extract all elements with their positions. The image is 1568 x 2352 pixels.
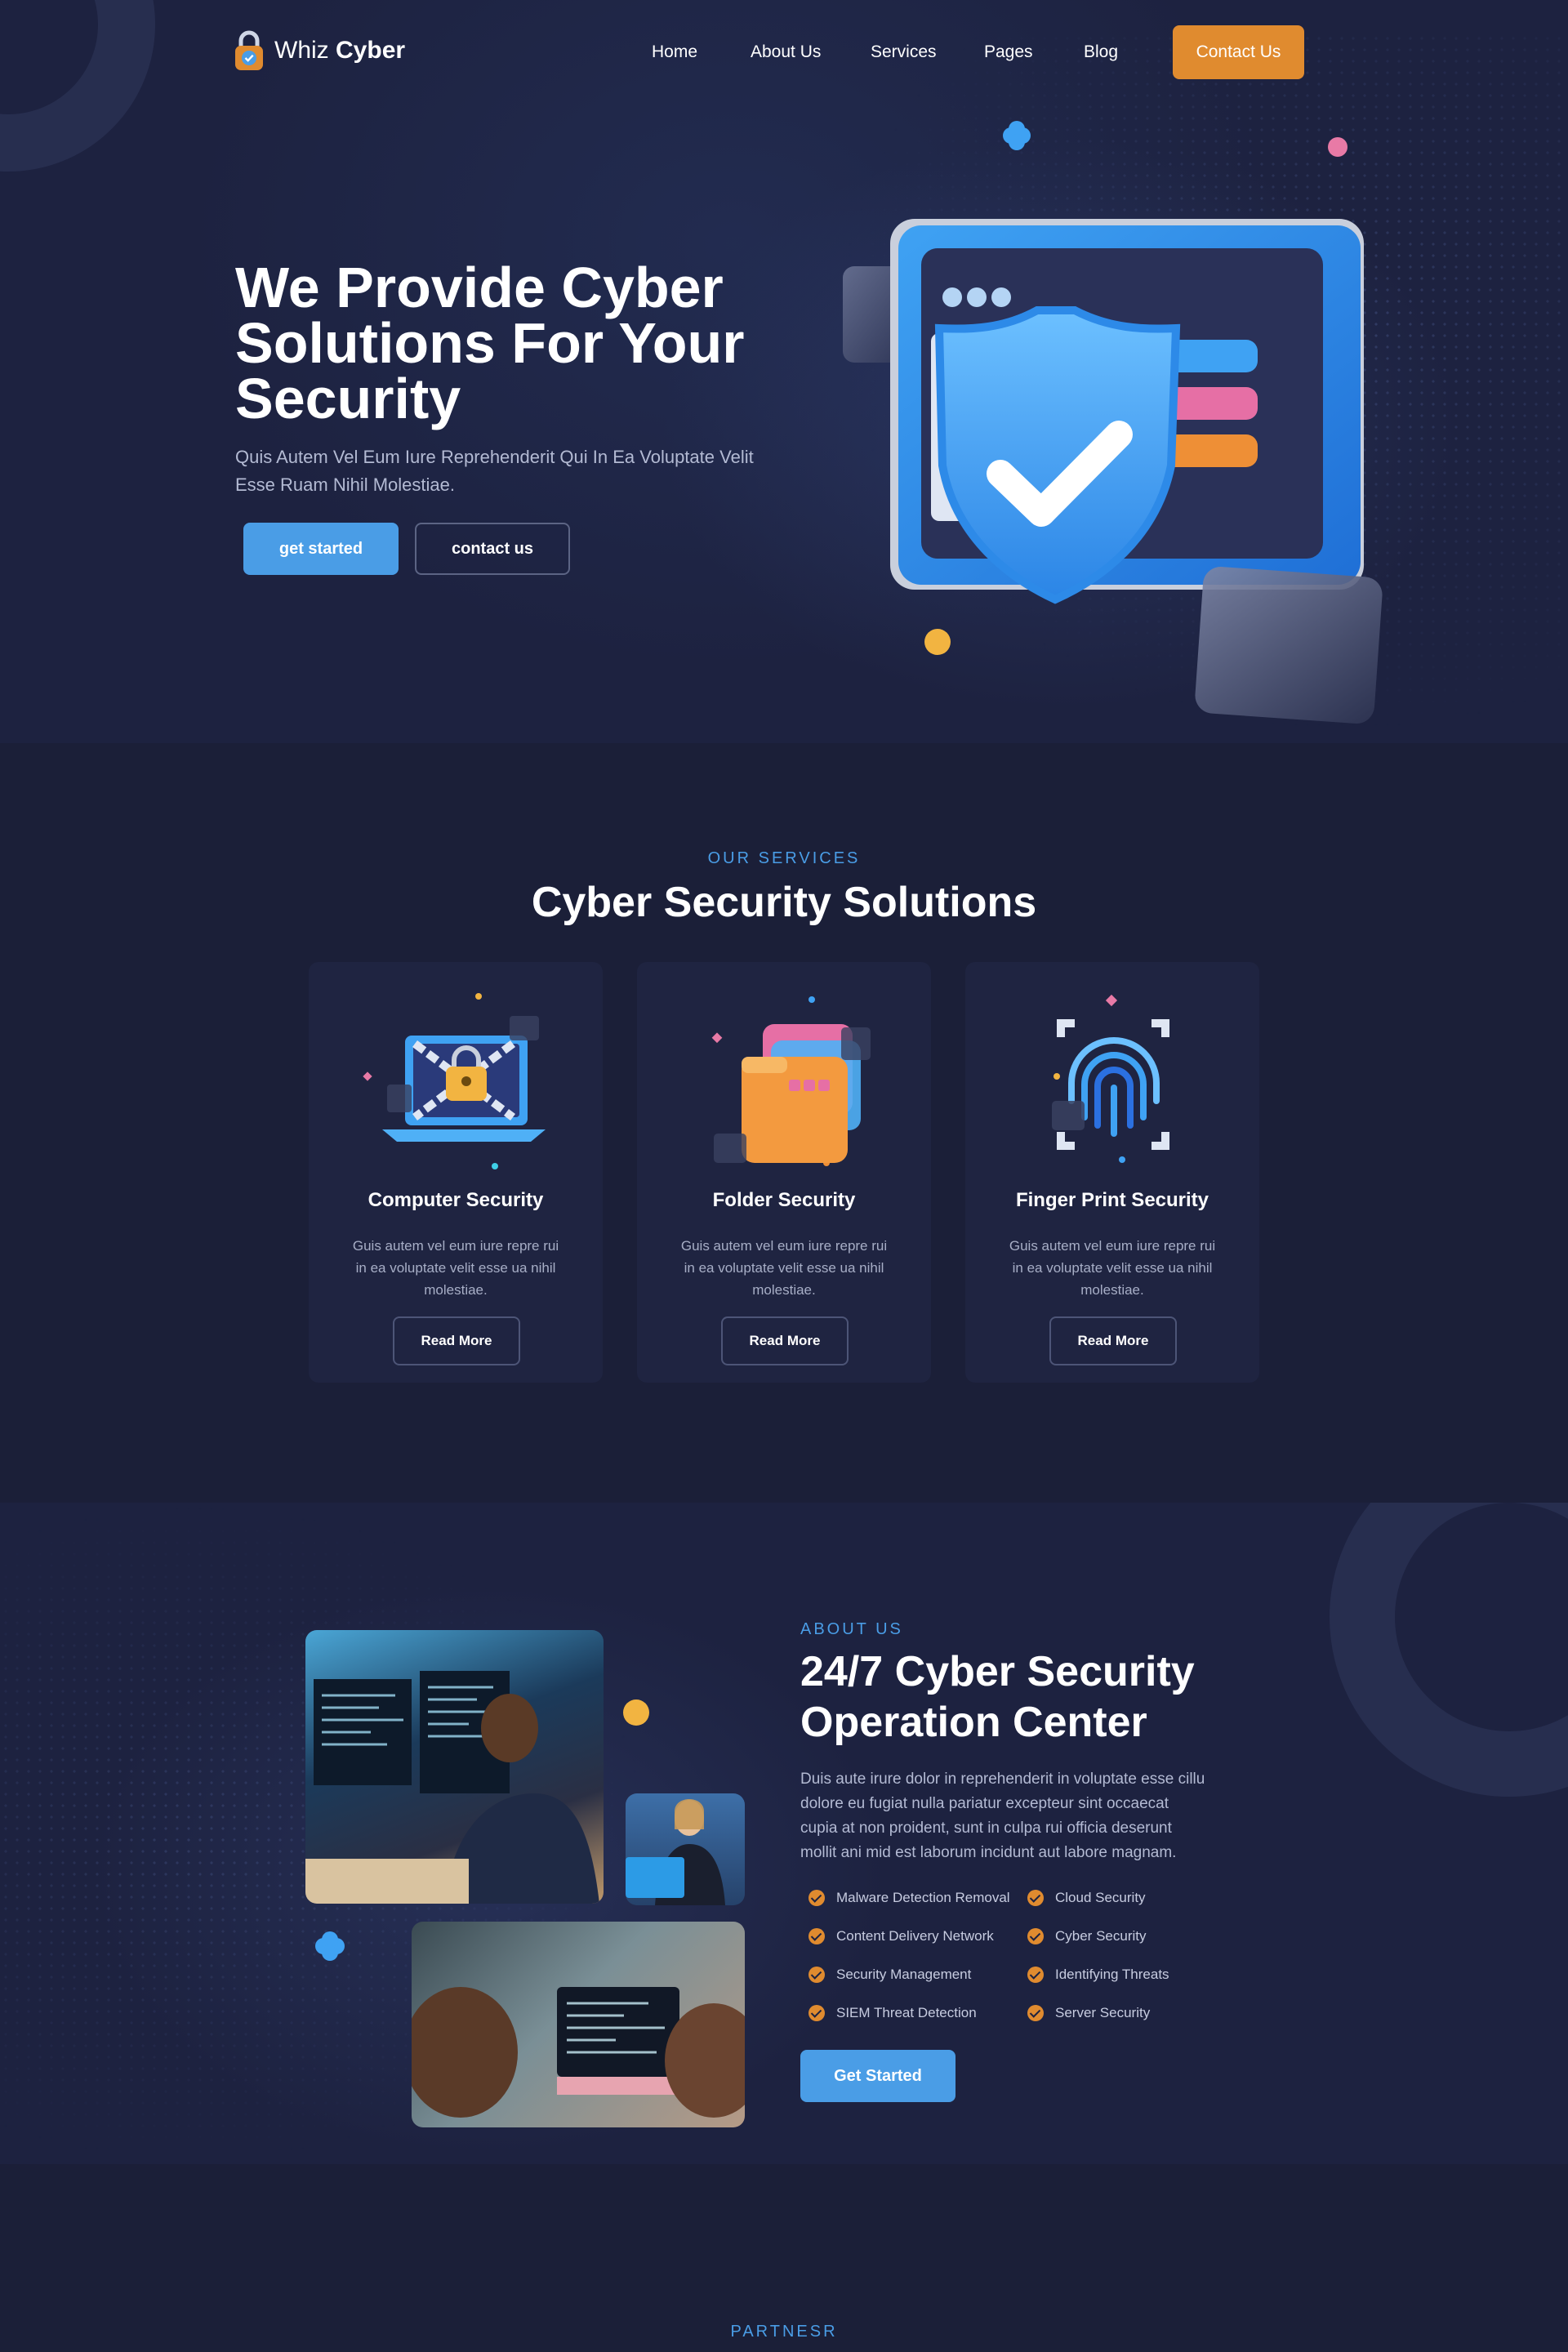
feature-item: Server Security	[1027, 2005, 1150, 2021]
folder-stack-icon	[711, 996, 871, 1166]
team-at-computer-photo	[412, 1922, 745, 2127]
card-text: Guis autem vel eum iure repre rui in ea …	[352, 1238, 559, 1298]
logo[interactable]: Whiz Cyber	[234, 29, 405, 72]
check-icon	[1027, 1967, 1044, 1983]
blue-clover-icon	[1003, 121, 1031, 150]
fingerprint-icon	[1052, 994, 1169, 1163]
about-title: 24/7 Cyber Security Operation Center	[800, 1648, 1195, 1746]
nav-services[interactable]: Services	[871, 42, 937, 62]
card-title: Folder Security	[712, 1189, 856, 1211]
contact-us-outline-button[interactable]: contact us	[415, 523, 570, 575]
check-icon	[1027, 1890, 1044, 1906]
feature-item: Malware Detection Removal	[808, 1890, 1010, 1906]
analyst-at-monitors-photo	[305, 1630, 604, 1904]
get-started-button[interactable]: Get Started	[800, 2050, 956, 2102]
about-text: Duis aute irure dolor in reprehenderit i…	[800, 1771, 1205, 1861]
about-section	[0, 1503, 1568, 2164]
nav-pages[interactable]: Pages	[984, 42, 1033, 62]
team-scene	[412, 1987, 745, 2118]
check-icon	[808, 1967, 825, 1983]
read-more-button[interactable]: Read More	[721, 1316, 849, 1365]
orange-sphere-decoration	[623, 1699, 649, 1726]
feature-item: Cloud Security	[1027, 1890, 1146, 1906]
feature-item: Security Management	[808, 1967, 971, 1983]
feature-item: SIEM Threat Detection	[808, 2005, 977, 2021]
decorative-ring	[1330, 1503, 1568, 1797]
check-icon	[808, 1928, 825, 1944]
services-eyebrow: OUR SERVICES	[707, 849, 861, 867]
woman-with-laptop-photo	[626, 1793, 745, 1905]
card-text: Guis autem vel eum iure repre rui in ea …	[680, 1238, 888, 1298]
services-title: Cyber Security Solutions	[531, 879, 1037, 926]
shield-browser-illustration	[843, 121, 1383, 724]
get-started-button[interactable]: get started	[243, 523, 399, 575]
service-card: Finger Print Security Guis autem vel eum…	[965, 962, 1259, 1383]
hero-section: Whiz Cyber Home About Us Services Pages …	[0, 0, 1568, 743]
laptop-lock-icon	[363, 993, 546, 1169]
hero-title: We Provide Cyber Solutions For Your Secu…	[235, 256, 745, 430]
nav-home[interactable]: Home	[652, 42, 697, 62]
padlock-logo-icon	[235, 30, 263, 70]
contact-us-button[interactable]: Contact Us	[1173, 25, 1304, 79]
brand-name: Whiz Cyber	[274, 37, 406, 64]
check-icon	[1027, 1928, 1044, 1944]
feature-item: Identifying Threats	[1027, 1967, 1169, 1983]
check-icon	[808, 2005, 825, 2021]
card-text: Guis autem vel eum iure repre rui in ea …	[1009, 1238, 1216, 1298]
nav-blog[interactable]: Blog	[1084, 42, 1118, 62]
service-card: Folder Security Guis autem vel eum iure …	[637, 962, 931, 1383]
hero-subtitle: Quis Autem Vel Eum Iure Reprehenderit Qu…	[235, 447, 754, 495]
blue-clover-icon	[315, 1931, 345, 1961]
read-more-button[interactable]: Read More	[393, 1316, 520, 1365]
card-title: Computer Security	[368, 1189, 544, 1211]
monitors-scene	[305, 1671, 599, 1904]
feature-item: Content Delivery Network	[808, 1928, 994, 1944]
check-icon	[808, 1890, 825, 1906]
navbar: Whiz Cyber Home About Us Services Pages …	[0, 0, 1568, 106]
card-title: Finger Print Security	[1015, 1189, 1209, 1211]
feature-item: Cyber Security	[1027, 1928, 1146, 1944]
read-more-button[interactable]: Read More	[1049, 1316, 1177, 1365]
service-card: Computer Security Guis autem vel eum iur…	[309, 962, 603, 1383]
check-icon	[1027, 2005, 1044, 2021]
about-eyebrow: ABOUT US	[800, 1620, 903, 1638]
nav-about-us[interactable]: About Us	[751, 42, 821, 62]
partners-eyebrow: PARTNESR	[730, 2323, 838, 2341]
woman-scene	[626, 1799, 725, 1905]
